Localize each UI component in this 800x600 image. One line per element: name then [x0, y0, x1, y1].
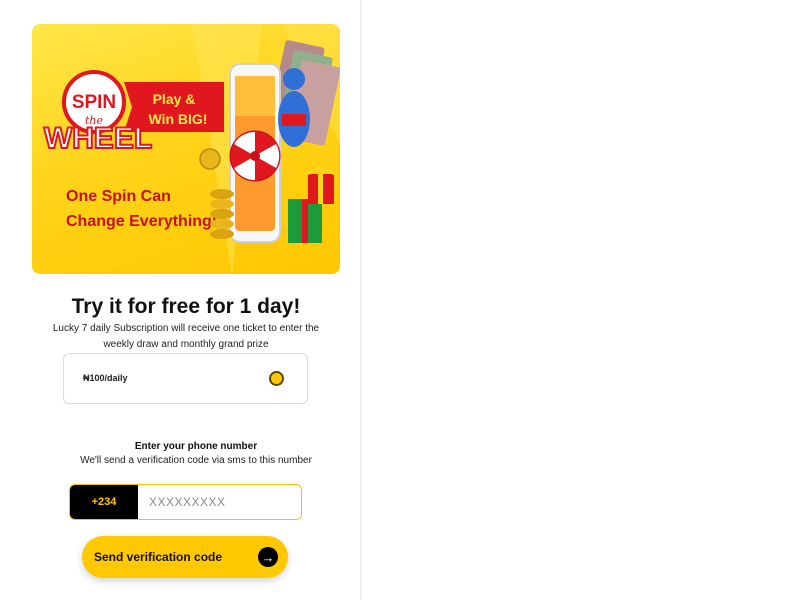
ribbon-line1: Play &	[153, 91, 196, 107]
free-trial-headline: Try it for free for 1 day!	[71, 295, 301, 318]
phone-number-input[interactable]	[138, 485, 301, 519]
plan-price-label: ₦100/daily	[83, 373, 128, 383]
subscription-panel: Play & Win BIG! SPIN the WHEEL One Spin …	[10, 0, 362, 600]
spin-text: SPIN	[72, 92, 116, 113]
gift-boxes	[288, 166, 336, 243]
phone-illustration	[229, 63, 281, 243]
tagline-line1: One Spin Can	[66, 188, 171, 205]
tagline-line2: Change Everything!	[66, 213, 217, 230]
plan-option-daily[interactable]: ₦100/daily	[63, 353, 308, 404]
plan-radio-selected-icon[interactable]	[269, 371, 284, 386]
promo-banner: Play & Win BIG! SPIN the WHEEL One Spin …	[32, 24, 340, 274]
ribbon-line2: Win BIG!	[149, 111, 208, 127]
subscription-description: Lucky 7 daily Subscription will receive …	[52, 323, 320, 350]
phone-section-subtitle: We'll send a verification code via sms t…	[80, 455, 312, 466]
phone-number-group: +234	[69, 484, 302, 520]
phone-section-title: Enter your phone number	[134, 441, 258, 452]
send-verification-code-label: Send verification code	[94, 550, 223, 564]
arrow-right-circle-icon: →	[258, 547, 278, 567]
spin-the-wheel-illustration: Play & Win BIG! SPIN the WHEEL One Spin …	[43, 24, 340, 274]
wheel-text: WHEEL	[44, 122, 152, 155]
country-code-prefix[interactable]: +234	[70, 485, 138, 519]
send-verification-code-button[interactable]: Send verification code →	[82, 536, 288, 578]
